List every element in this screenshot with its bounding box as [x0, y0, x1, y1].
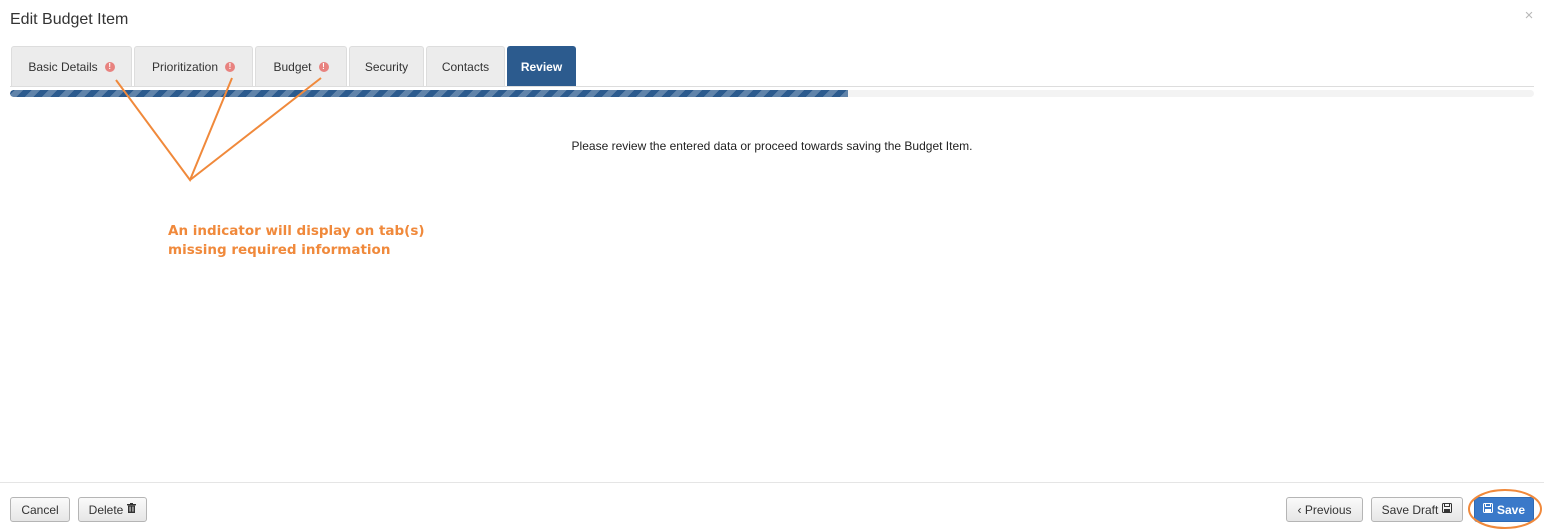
annotation-line-2: missing required information — [168, 242, 391, 258]
previous-label: ‹ Previous — [1297, 502, 1352, 517]
warning-icon: ! — [318, 62, 329, 72]
tab-label: Prioritization — [151, 60, 219, 74]
modal-title: Edit Budget Item — [10, 11, 129, 28]
tab-divider — [10, 86, 1534, 87]
tab-label: Basic Details — [28, 60, 98, 74]
annotation-line-1: An indicator will display on tab(s) — [168, 223, 425, 239]
previous-button[interactable]: ‹ Previous — [1286, 497, 1363, 522]
save-draft-label: Save Draft — [1381, 502, 1439, 517]
tab-label: Contacts — [441, 60, 490, 74]
footer-divider — [0, 482, 1544, 483]
tab-review[interactable]: Review — [507, 46, 576, 87]
tab-label: Security — [364, 60, 409, 74]
tab-basic-details[interactable]: Basic Details ! — [11, 46, 132, 87]
review-message: Please review the entered data or procee… — [571, 139, 973, 153]
delete-label: Delete — [88, 502, 124, 517]
tab-prioritization[interactable]: Prioritization ! — [134, 46, 253, 87]
warning-icon: ! — [225, 62, 236, 72]
progress-bar — [10, 90, 1534, 97]
delete-button[interactable]: Delete — [78, 497, 147, 522]
tab-security[interactable]: Security — [349, 46, 424, 87]
floppy-disk-icon — [1482, 503, 1493, 516]
cancel-button[interactable]: Cancel — [10, 497, 70, 522]
cancel-label: Cancel — [21, 502, 59, 517]
save-label: Save — [1496, 502, 1526, 517]
edit-budget-item-modal: Edit Budget Item × Basic Details ! Prior… — [0, 0, 1544, 531]
save-button[interactable]: Save — [1474, 497, 1534, 522]
tab-budget[interactable]: Budget ! — [255, 46, 347, 87]
annotation-callout: An indicator will display on tab(s) miss… — [168, 222, 428, 260]
tab-contacts[interactable]: Contacts — [426, 46, 505, 87]
tab-label: Budget — [273, 60, 312, 74]
floppy-disk-icon — [1442, 503, 1453, 516]
tab-label: Review — [520, 60, 563, 74]
warning-icon: ! — [104, 62, 115, 72]
close-icon[interactable]: × — [1521, 7, 1537, 25]
trash-icon — [127, 503, 137, 516]
progress-fill — [10, 90, 849, 97]
save-draft-button[interactable]: Save Draft — [1371, 497, 1463, 522]
